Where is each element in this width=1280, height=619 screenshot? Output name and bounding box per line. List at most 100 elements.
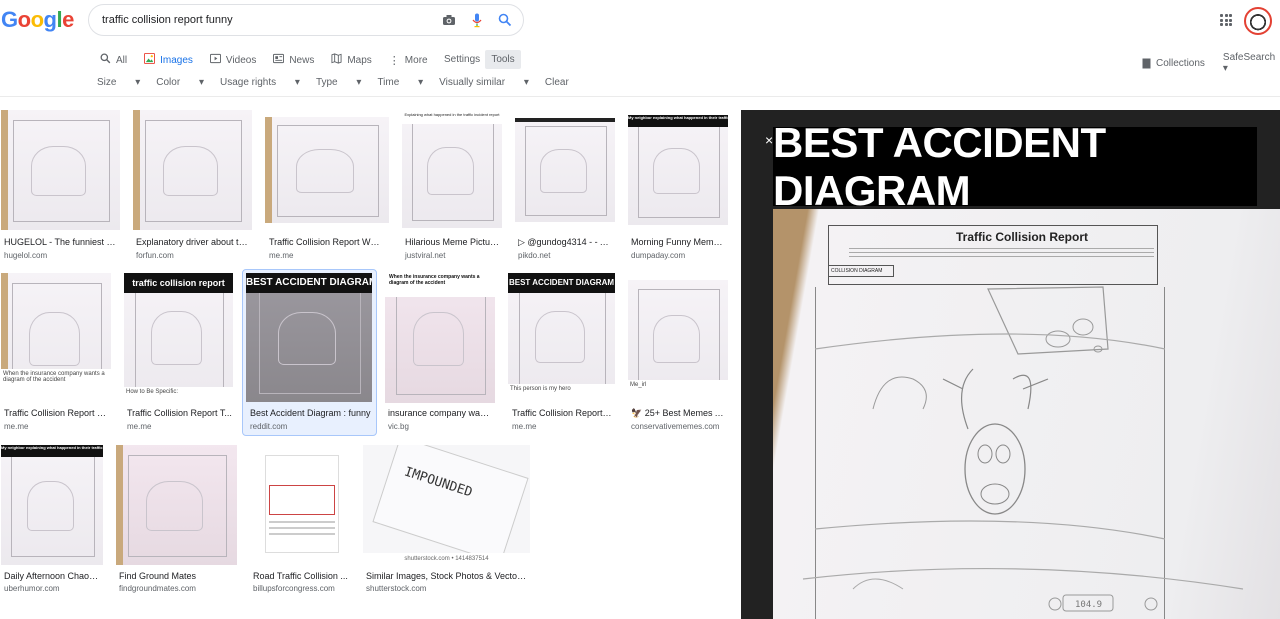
preview-banner: BEST ACCIDENT DIAGRAM: [773, 119, 1257, 214]
more-icon: ⋮: [388, 54, 400, 67]
result-thumbnail[interactable]: [1, 110, 120, 230]
result-title[interactable]: Daily Afternoon Chaos ...: [4, 571, 102, 581]
result-site: reddit.com: [250, 422, 288, 431]
result-title[interactable]: Best Accident Diagram : funny: [250, 408, 374, 418]
result-title[interactable]: Traffic Collision Report W...: [4, 408, 110, 418]
filter-color[interactable]: Color ▾: [156, 77, 204, 88]
thumbnail-caption: This person is my hero: [508, 384, 615, 398]
result-title[interactable]: Find Ground Mates: [119, 571, 234, 581]
search-box[interactable]: traffic collision report funny: [88, 4, 524, 36]
result-thumbnail[interactable]: [133, 110, 252, 230]
result-thumbnail[interactable]: My neighbor explaining what happened in …: [628, 115, 728, 225]
bookmark-icon: [1142, 58, 1151, 68]
result-thumbnail[interactable]: My neighbor explaining what happened in …: [1, 445, 103, 565]
result-thumbnail[interactable]: BEST ACCIDENT DIAGRAM This person is my h…: [508, 273, 615, 398]
right-links: Collections SafeSearch ▾: [1142, 52, 1280, 74]
result-title[interactable]: Explanatory driver about th...: [136, 237, 248, 247]
result-site: justviral.net: [405, 251, 446, 260]
avatar[interactable]: [1244, 7, 1272, 35]
thumbnail-banner: traffic collision report: [124, 273, 233, 293]
filter-visually-similar[interactable]: Visually similar ▾: [439, 77, 529, 88]
result-title[interactable]: Hilarious Meme Pictur...: [405, 237, 500, 247]
tab-more[interactable]: ⋮ More: [389, 54, 428, 67]
settings-link[interactable]: Settings: [444, 54, 480, 65]
thumbnail-caption: Me_irl: [628, 380, 728, 396]
result-site: pikdo.net: [518, 251, 551, 260]
meme-icon: 🦅: [631, 408, 645, 418]
deer-windshield-drawing: 104.9: [802, 286, 1244, 612]
result-title[interactable]: insurance company want...: [388, 408, 494, 418]
close-icon[interactable]: ×: [765, 132, 773, 148]
result-title[interactable]: ▷ @gundog4314 - - A...: [518, 237, 613, 248]
tab-label: Videos: [225, 54, 257, 66]
result-title[interactable]: HUGELOL - The funniest pl...: [4, 237, 116, 247]
result-site: billupsforcongress.com: [253, 584, 335, 593]
tab-label: Images: [160, 54, 193, 66]
thumbnail-banner: BEST ACCIDENT DIAGRAM: [246, 273, 372, 293]
tab-videos[interactable]: Videos: [209, 53, 257, 67]
result-thumbnail[interactable]: Me_irl: [628, 280, 728, 396]
result-thumbnail[interactable]: [255, 445, 349, 565]
map-icon: [331, 53, 342, 67]
tab-news[interactable]: News: [273, 53, 314, 67]
thumbnail-caption: How to Be Specific:: [124, 387, 233, 401]
filter-type[interactable]: Type ▾: [316, 77, 362, 88]
result-site: uberhumor.com: [4, 584, 60, 593]
result-site: conservativememes.com: [631, 422, 720, 431]
preview-image[interactable]: Traffic Collision Report COLLISION DIAGR…: [773, 209, 1280, 619]
tab-all[interactable]: All: [100, 53, 127, 67]
result-thumbnail[interactable]: [265, 117, 389, 223]
tab-label: All: [116, 54, 128, 66]
microphone-icon[interactable]: [469, 11, 485, 29]
tab-images[interactable]: Images: [144, 53, 193, 67]
search-icon[interactable]: [497, 11, 513, 29]
result-title[interactable]: Traffic Collision Report T...: [127, 408, 233, 418]
result-site: dumpaday.com: [631, 251, 686, 260]
thumbnail-banner: BEST ACCIDENT DIAGRAM: [508, 273, 615, 293]
safesearch-menu[interactable]: SafeSearch ▾: [1223, 52, 1280, 74]
svg-text:104.9: 104.9: [1075, 600, 1102, 610]
filter-size[interactable]: Size ▾: [97, 77, 140, 88]
search-icon: [100, 53, 111, 67]
result-site: hugelol.com: [4, 251, 48, 260]
result-site: shutterstock.com: [366, 584, 427, 593]
result-thumbnail[interactable]: BEST ACCIDENT DIAGRAM: [246, 273, 372, 402]
result-thumbnail[interactable]: When the insurance company wants a diagr…: [1, 273, 111, 403]
result-title[interactable]: Morning Funny Meme ...: [631, 237, 726, 247]
thumbnail-banner: When the insurance company wants a diagr…: [385, 273, 495, 297]
result-thumbnail[interactable]: [515, 118, 615, 222]
result-thumbnail[interactable]: traffic collision report How to Be Specif…: [124, 273, 233, 401]
tab-label: More: [404, 54, 428, 66]
thumbnail-caption: When the insurance company wants a diagr…: [1, 369, 111, 403]
result-title[interactable]: Traffic Collision Report ...: [512, 408, 612, 418]
result-thumbnail[interactable]: [116, 445, 237, 565]
result-site: me.me: [4, 422, 29, 431]
tools-button[interactable]: Tools: [485, 50, 521, 69]
result-title[interactable]: Similar Images, Stock Photos & Vectors .…: [366, 571, 528, 581]
filter-time[interactable]: Time ▾: [377, 77, 423, 88]
tab-label: News: [289, 54, 315, 66]
result-title[interactable]: 🦅 25+ Best Memes A...: [631, 408, 726, 419]
result-title[interactable]: Traffic Collision Report Whe...: [269, 237, 381, 247]
google-logo[interactable]: Google: [1, 7, 74, 33]
tab-maps[interactable]: Maps: [331, 53, 372, 67]
safesearch-label: SafeSearch: [1222, 52, 1276, 63]
result-site: me.me: [269, 251, 294, 260]
filter-clear[interactable]: Clear: [545, 77, 585, 88]
result-thumbnail[interactable]: Explaining what happened in the traffic …: [402, 112, 502, 228]
result-site: me.me: [127, 422, 152, 431]
collections-label: Collections: [1156, 57, 1205, 69]
filter-usage-rights[interactable]: Usage rights ▾: [220, 77, 300, 88]
result-site: findgroundmates.com: [119, 584, 196, 593]
result-thumbnail[interactable]: When the insurance company wants a diagr…: [385, 273, 495, 403]
result-site: me.me: [512, 422, 537, 431]
video-icon: [209, 53, 221, 67]
search-input[interactable]: traffic collision report funny: [102, 14, 233, 26]
top-header: Google traffic collision report funny Al…: [0, 0, 1280, 97]
result-site: vic.bg: [388, 422, 409, 431]
result-title[interactable]: Road Traffic Collision ...: [253, 571, 348, 581]
collections-link[interactable]: Collections: [1142, 52, 1205, 74]
apps-grid-icon[interactable]: [1220, 14, 1232, 26]
result-thumbnail[interactable]: IMPOUNDED shutterstock.com • 1414837514: [363, 445, 530, 565]
camera-icon[interactable]: [441, 11, 457, 29]
